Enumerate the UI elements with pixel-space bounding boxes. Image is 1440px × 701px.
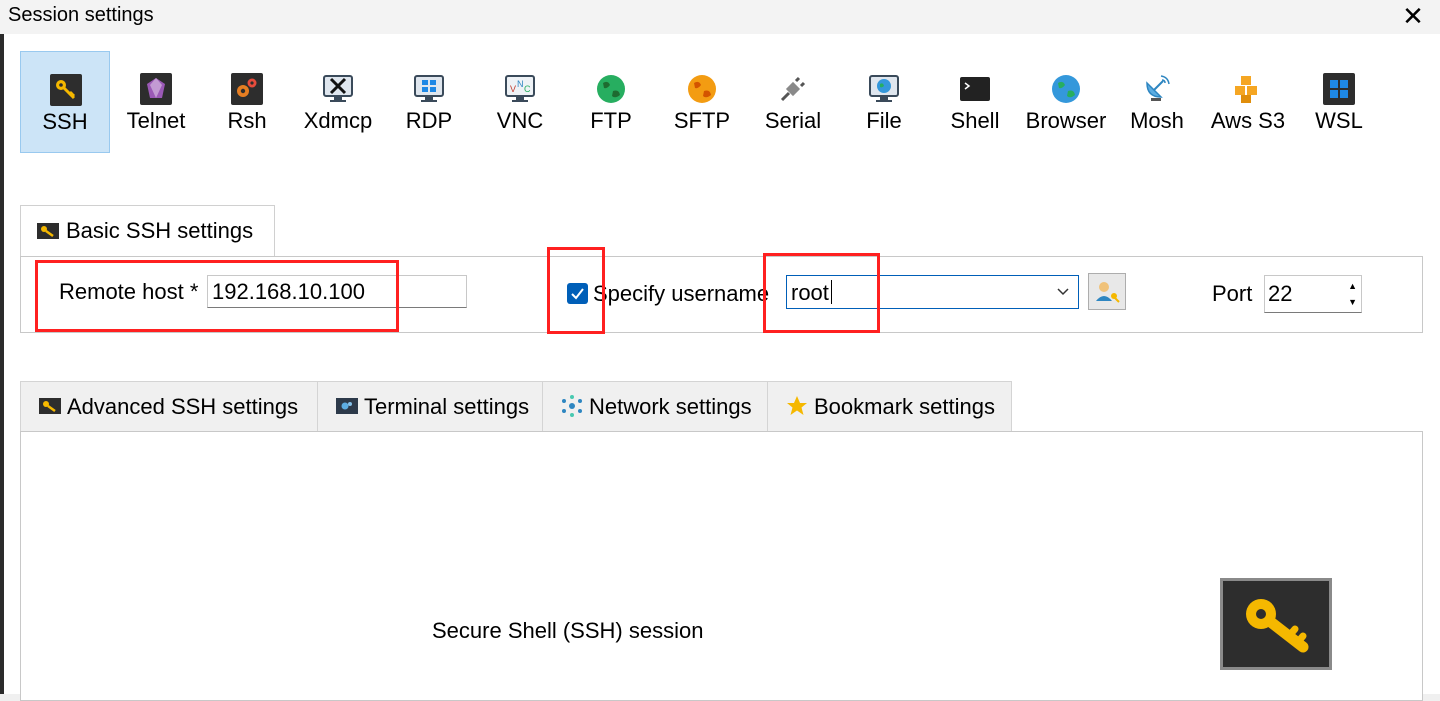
tab-basic-ssh-settings[interactable]: Basic SSH settings	[20, 205, 275, 257]
protocol-label: Mosh	[1130, 108, 1184, 133]
close-button[interactable]: ✕	[1398, 2, 1428, 30]
protocol-label: Browser	[1025, 108, 1107, 133]
orange-globe-icon	[688, 75, 716, 103]
protocol-shell[interactable]: Shell	[930, 51, 1020, 153]
terminal-icon	[960, 77, 990, 101]
port-label: Port	[1212, 281, 1253, 306]
protocol-wsl[interactable]: WSL	[1294, 51, 1384, 153]
key-icon	[37, 223, 59, 239]
network-icon	[562, 395, 582, 417]
highlight-box-checkbox	[547, 247, 605, 334]
tab-network-settings[interactable]: Network settings	[542, 381, 768, 431]
tab-label: Terminal settings	[364, 394, 530, 419]
protocol-label: Rsh	[227, 108, 267, 133]
settings-content-panel	[20, 431, 1423, 701]
plug-icon	[780, 76, 806, 102]
protocol-label: Serial	[764, 108, 822, 133]
cubes-icon	[1235, 76, 1257, 103]
terminal-icon	[336, 398, 358, 414]
green-globe-icon	[597, 75, 625, 103]
vnc-monitor-icon: V N C	[505, 75, 535, 102]
port-spinbox[interactable]: 22 ▲ ▼	[1264, 275, 1362, 313]
key-icon	[1246, 599, 1309, 653]
protocol-label: File	[866, 108, 902, 133]
protocol-xdmcp[interactable]: Xdmcp	[293, 51, 383, 153]
tab-advanced-ssh-settings[interactable]: Advanced SSH settings	[20, 381, 318, 431]
chevron-down-icon[interactable]	[1056, 284, 1070, 298]
close-icon: ✕	[1402, 1, 1424, 31]
protocol-browser[interactable]: Browser	[1021, 51, 1111, 153]
gears-icon	[231, 73, 263, 105]
spin-up-icon[interactable]: ▲	[1348, 282, 1357, 291]
tab-label: Network settings	[589, 394, 752, 419]
ssh-key-illustration	[1220, 578, 1332, 670]
protocol-label: FTP	[590, 108, 632, 133]
satellite-dish-icon	[1146, 75, 1170, 101]
protocol-rdp[interactable]: RDP	[384, 51, 474, 153]
protocol-vnc[interactable]: V N C VNC	[475, 51, 565, 153]
specify-username-label: Specify username	[593, 281, 770, 306]
protocol-sftp[interactable]: SFTP	[657, 51, 747, 153]
spin-down-icon[interactable]: ▼	[1348, 298, 1357, 307]
key-icon	[50, 74, 82, 106]
title-bar: Session settings ✕	[0, 0, 1440, 34]
protocol-ssh[interactable]: SSH	[20, 51, 110, 153]
user-credentials-button[interactable]	[1088, 273, 1126, 310]
tab-label: Basic SSH settings	[66, 218, 254, 243]
blue-globe-icon	[1052, 75, 1080, 103]
protocol-file[interactable]: File	[839, 51, 929, 153]
protocol-label: Telnet	[126, 108, 186, 133]
star-icon	[787, 396, 807, 415]
tab-terminal-settings[interactable]: Terminal settings	[317, 381, 543, 431]
user-key-icon	[1096, 282, 1120, 303]
protocol-aws-s3[interactable]: Aws S3	[1203, 51, 1293, 153]
globe-monitor-icon	[869, 75, 899, 102]
protocol-ftp[interactable]: FTP	[566, 51, 656, 153]
svg-text:N: N	[517, 79, 524, 89]
protocol-label: Aws S3	[1210, 108, 1286, 133]
window-title: Session settings	[8, 4, 154, 26]
x-monitor-icon	[323, 75, 353, 102]
highlight-box-username	[763, 253, 880, 333]
protocol-serial[interactable]: Serial	[748, 51, 838, 153]
protocol-label: SSH	[42, 109, 88, 134]
tab-label: Advanced SSH settings	[67, 394, 299, 419]
protocol-label: VNC	[496, 108, 544, 133]
protocol-label: RDP	[405, 108, 453, 133]
tab-label: Bookmark settings	[814, 394, 995, 419]
protocol-mosh[interactable]: Mosh	[1112, 51, 1202, 153]
protocol-telnet[interactable]: Telnet	[111, 51, 201, 153]
purple-gem-icon	[140, 73, 172, 105]
protocol-label: SFTP	[673, 108, 731, 133]
highlight-box-remote-host	[35, 260, 399, 332]
key-icon	[39, 398, 61, 414]
windows-logo-icon	[1323, 73, 1355, 105]
protocol-rsh[interactable]: Rsh	[202, 51, 292, 153]
session-description: Secure Shell (SSH) session	[432, 618, 704, 643]
svg-text:C: C	[524, 84, 531, 94]
windows-monitor-icon	[414, 75, 444, 102]
protocol-label: Xdmcp	[303, 108, 373, 133]
tab-bookmark-settings[interactable]: Bookmark settings	[767, 381, 1012, 431]
svg-text:V: V	[510, 84, 516, 94]
protocol-label: WSL	[1315, 108, 1363, 133]
protocol-label: Shell	[950, 108, 1000, 133]
port-value: 22	[1268, 281, 1293, 306]
